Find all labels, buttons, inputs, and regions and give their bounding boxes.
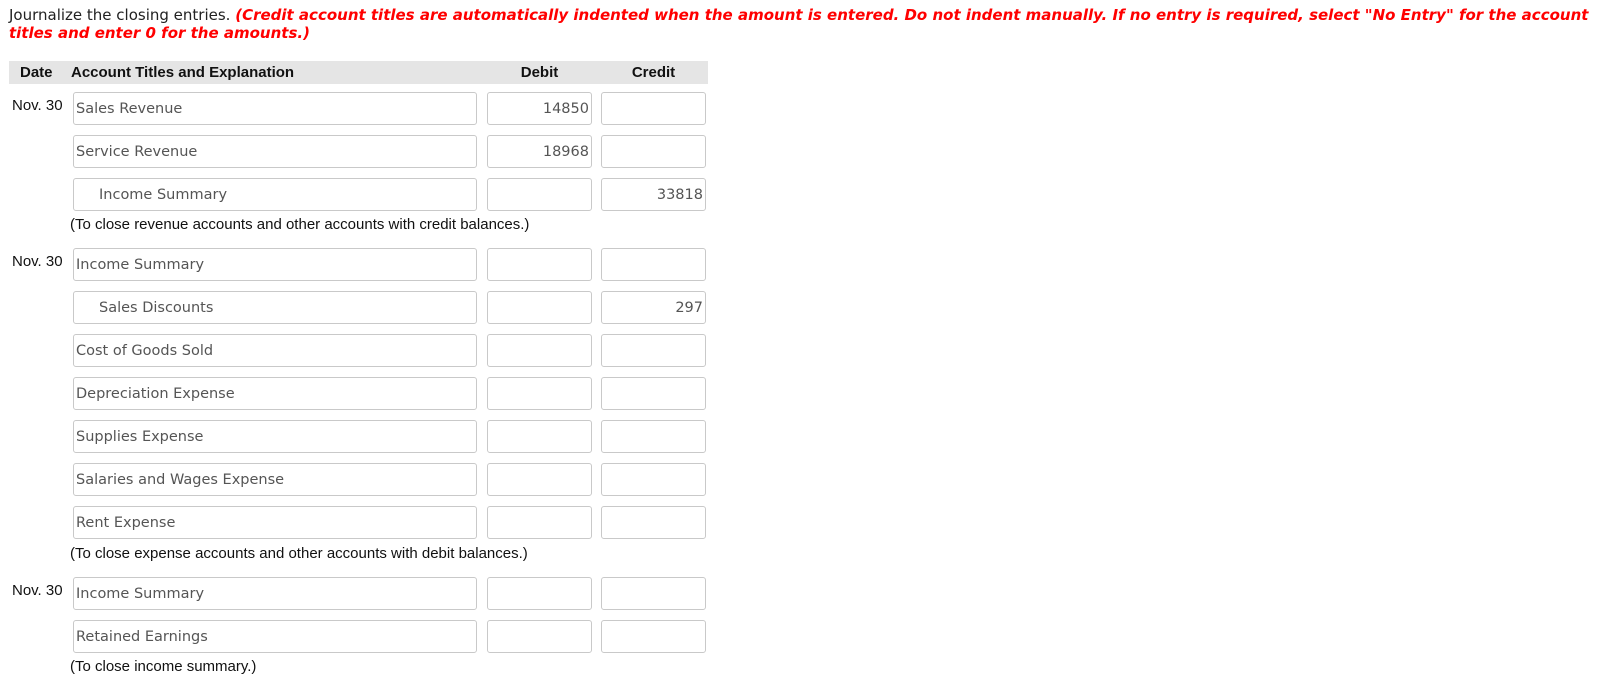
account-title-input[interactable]	[73, 334, 477, 367]
debit-input[interactable]	[487, 334, 592, 367]
header-account-titles: Account Titles and Explanation	[71, 64, 295, 81]
account-title-input[interactable]	[73, 506, 477, 539]
credit-input[interactable]	[601, 506, 706, 539]
entry-explanation: (To close expense accounts and other acc…	[70, 545, 528, 562]
entry-explanation: (To close income summary.)	[70, 658, 257, 675]
entry-date: Nov. 30	[12, 582, 63, 599]
debit-input[interactable]	[487, 506, 592, 539]
credit-input[interactable]	[601, 334, 706, 367]
credit-input[interactable]	[601, 420, 706, 453]
journal-row	[0, 620, 720, 653]
credit-input[interactable]	[601, 178, 706, 211]
journal-row	[0, 463, 720, 496]
debit-input[interactable]	[487, 420, 592, 453]
credit-input[interactable]	[601, 248, 706, 281]
header-date: Date	[20, 64, 53, 81]
debit-input[interactable]	[487, 178, 592, 211]
debit-input[interactable]	[487, 248, 592, 281]
debit-input[interactable]	[487, 577, 592, 610]
journal-row	[0, 506, 720, 539]
account-title-input[interactable]	[73, 620, 477, 653]
credit-input[interactable]	[601, 620, 706, 653]
journal-row: Nov. 30	[0, 248, 720, 281]
journal-row	[0, 135, 720, 168]
debit-input[interactable]	[487, 92, 592, 125]
credit-input[interactable]	[601, 291, 706, 324]
journal-table-header: Date Account Titles and Explanation Debi…	[9, 61, 708, 84]
instructions-note: (Credit account titles are automatically…	[9, 6, 1589, 42]
credit-input[interactable]	[601, 463, 706, 496]
entry-date: Nov. 30	[12, 253, 63, 270]
account-title-input[interactable]	[73, 248, 477, 281]
entry-explanation: (To close revenue accounts and other acc…	[70, 216, 530, 233]
account-title-input[interactable]	[73, 178, 477, 211]
credit-input[interactable]	[601, 135, 706, 168]
journal-row: Nov. 30	[0, 577, 720, 610]
header-debit: Debit	[520, 64, 559, 81]
debit-input[interactable]	[487, 620, 592, 653]
instructions: Journalize the closing entries. (Credit …	[9, 6, 1602, 42]
journal-row	[0, 420, 720, 453]
account-title-input[interactable]	[73, 377, 477, 410]
entry-date: Nov. 30	[12, 97, 63, 114]
account-title-input[interactable]	[73, 291, 477, 324]
account-title-input[interactable]	[73, 577, 477, 610]
header-credit: Credit	[631, 64, 676, 81]
journal-row	[0, 334, 720, 367]
journal-row	[0, 377, 720, 410]
debit-input[interactable]	[487, 377, 592, 410]
debit-input[interactable]	[487, 291, 592, 324]
instructions-text: Journalize the closing entries.	[9, 6, 231, 24]
journal-row	[0, 291, 720, 324]
account-title-input[interactable]	[73, 463, 477, 496]
debit-input[interactable]	[487, 135, 592, 168]
journal-row: Nov. 30	[0, 92, 720, 125]
account-title-input[interactable]	[73, 92, 477, 125]
credit-input[interactable]	[601, 92, 706, 125]
journal-row	[0, 178, 720, 211]
account-title-input[interactable]	[73, 420, 477, 453]
credit-input[interactable]	[601, 577, 706, 610]
credit-input[interactable]	[601, 377, 706, 410]
account-title-input[interactable]	[73, 135, 477, 168]
debit-input[interactable]	[487, 463, 592, 496]
